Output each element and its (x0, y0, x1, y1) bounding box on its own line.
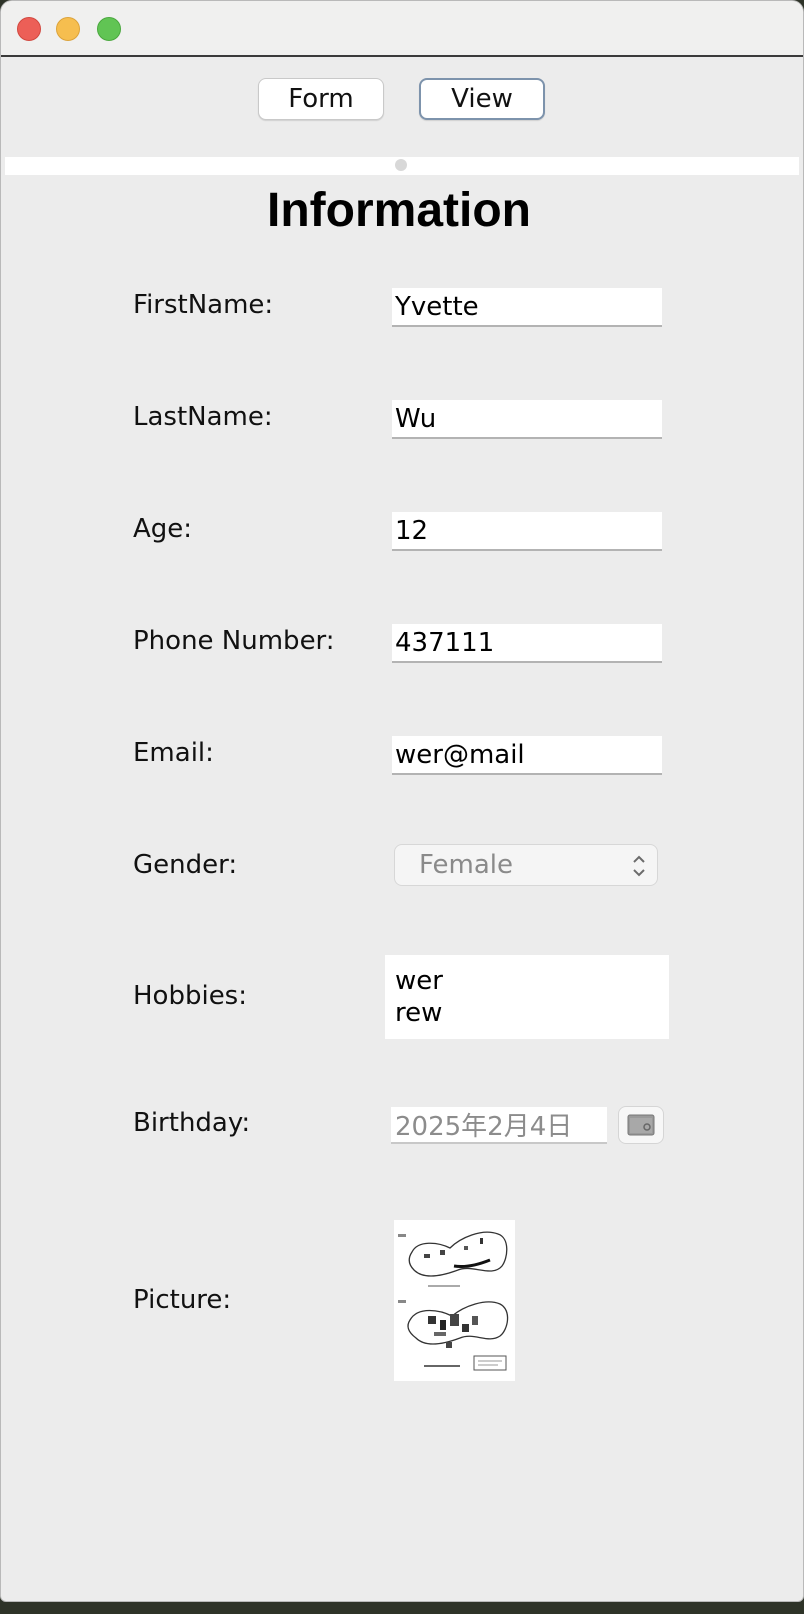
first-name-field[interactable]: Yvette (392, 288, 662, 327)
birthday-field[interactable]: 2025年2月4日 (391, 1107, 607, 1144)
gender-label: Gender: (133, 850, 238, 880)
hobbies-label: Hobbies: (133, 981, 247, 1011)
first-name-label: FirstName: (133, 290, 274, 320)
phone-label: Phone Number: (133, 626, 335, 656)
page-title: Information (267, 184, 531, 237)
picture-label: Picture: (133, 1285, 232, 1315)
calendar-icon (627, 1114, 655, 1136)
last-name-label: LastName: (133, 402, 273, 432)
chevron-updown-icon (633, 855, 645, 877)
form-button[interactable]: Form (258, 78, 384, 120)
hobby-line: rew (395, 998, 443, 1028)
maximize-window-button[interactable] (97, 17, 121, 41)
calendar-button[interactable] (618, 1106, 664, 1144)
close-window-button[interactable] (17, 17, 41, 41)
age-field[interactable]: 12 (392, 512, 662, 551)
hobbies-textarea[interactable]: wer rew (385, 955, 669, 1039)
map-diagram-image (394, 1220, 515, 1381)
email-label: Email: (133, 738, 214, 768)
age-label: Age: (133, 514, 193, 544)
last-name-field[interactable]: Wu (392, 400, 662, 439)
divider-handle[interactable] (395, 159, 407, 171)
app-window: Form View Information FirstName: Yvette … (0, 0, 804, 1602)
picture-thumbnail (394, 1220, 515, 1381)
title-bar (1, 1, 803, 57)
hobby-line: wer (395, 966, 443, 996)
birthday-label: Birthday: (133, 1108, 251, 1138)
minimize-window-button[interactable] (56, 17, 80, 41)
gender-select-value: Female (419, 850, 514, 880)
gender-select[interactable]: Female (394, 844, 658, 886)
phone-field[interactable]: 437111 (392, 624, 662, 663)
view-button[interactable]: View (419, 78, 545, 120)
email-field[interactable]: wer@mail (392, 736, 662, 775)
